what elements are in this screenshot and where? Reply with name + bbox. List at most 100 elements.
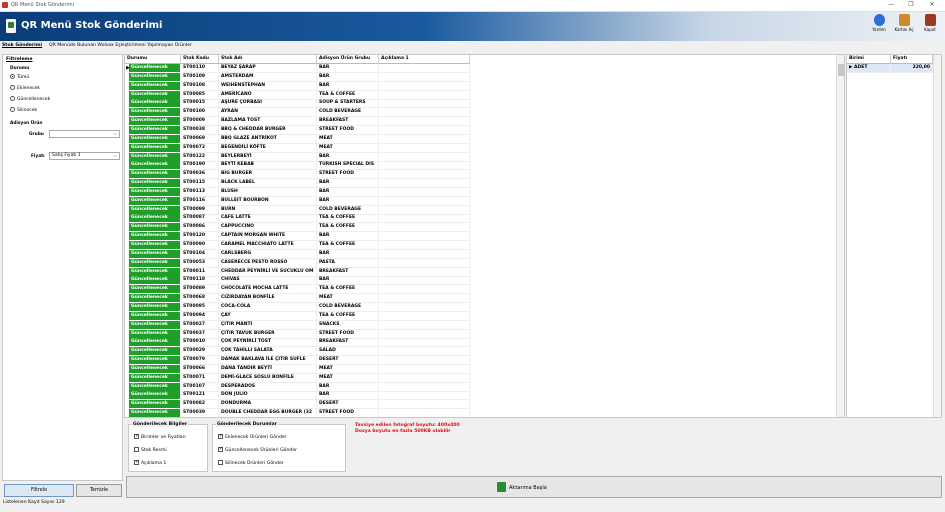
stock-name-cell[interactable]: DESPERADOS [219,382,317,392]
description-cell[interactable] [379,161,470,171]
status-cell[interactable]: Güncellenecek [129,294,181,304]
stock-name-cell[interactable]: BLUSH [219,187,317,197]
stock-code-cell[interactable]: ST00110 [181,64,219,73]
stock-code-cell[interactable]: ST00122 [181,152,219,162]
stock-name-cell[interactable]: BEĞENDİLİ KÖFTE [219,143,317,153]
chk-description[interactable]: Açıklama 1 [134,459,166,466]
description-cell[interactable] [379,400,470,410]
grid-scrollbar[interactable] [836,55,844,417]
table-row[interactable]: Güncellenecek ST00121 DON JULIO BAR [125,391,470,401]
table-row[interactable]: Güncellenecek ST00094 ÇAY TEA & COFFEE [125,311,470,321]
status-cell[interactable]: Güncellenecek [129,81,181,91]
stock-code-cell[interactable]: ST00009 [181,117,219,127]
status-cell[interactable]: Güncellenecek [129,134,181,144]
description-cell[interactable] [379,373,470,383]
status-cell[interactable]: Güncellenecek [129,347,181,357]
stock-code-cell[interactable]: ST00100 [181,108,219,118]
status-cell[interactable]: Güncellenecek [129,409,181,417]
stock-name-cell[interactable]: ÇOK PEYNİRLİ TOST [219,338,317,348]
product-group-cell[interactable]: TEA & COFFEE [317,223,379,233]
product-group-cell[interactable]: MEAT [317,364,379,374]
stock-name-cell[interactable]: AYRAN [219,108,317,118]
price-cell[interactable]: 220,00 [891,64,933,73]
status-cell[interactable]: Güncellenecek [129,373,181,383]
radio-add[interactable]: Eklenecek [10,85,40,91]
stock-name-cell[interactable]: DONDURMA [219,400,317,410]
stock-name-cell[interactable]: BIG BURGER [219,170,317,180]
status-cell[interactable]: Güncellenecek [129,90,181,100]
status-cell[interactable]: Güncellenecek [129,241,181,250]
description-cell[interactable] [379,382,470,392]
status-cell[interactable]: Güncellenecek [129,338,181,348]
stock-name-cell[interactable]: CHIVAS [219,276,317,286]
stock-name-cell[interactable]: CARLSBERG [219,249,317,259]
product-group-cell[interactable]: BAR [317,232,379,242]
col-header-stock-code[interactable]: Stok Kodu [181,55,219,64]
status-cell[interactable]: Güncellenecek [129,179,181,189]
product-group-cell[interactable]: TEA & COFFEE [317,214,379,224]
product-group-cell[interactable]: BAR [317,391,379,401]
stock-name-cell[interactable]: ÇITIR TAVUK BURGER [219,329,317,339]
product-group-cell[interactable]: BREAKFAST [317,338,379,348]
table-row[interactable]: Güncellenecek ST00090 CARAMEL MACCHIATO LA… [125,241,470,250]
close-window-button[interactable]: ✕ [927,1,937,8]
description-cell[interactable] [379,64,470,73]
description-cell[interactable] [379,391,470,401]
stock-grid[interactable]: Durumu Stok Kodu Stok Adı Adisyon Ürün G… [124,54,845,418]
stock-name-cell[interactable]: AMERİCANO [219,90,317,100]
description-cell[interactable] [379,338,470,348]
chk-stock-image[interactable]: Stok Resmi [134,447,167,453]
description-cell[interactable] [379,302,470,312]
grubu-input[interactable]: ⌵ [49,130,120,138]
description-cell[interactable] [379,285,470,295]
description-cell[interactable] [379,241,470,250]
stock-name-cell[interactable]: CASERECCE PESTO ROSSO [219,258,317,268]
product-group-cell[interactable]: BAR [317,187,379,197]
product-group-cell[interactable]: STREET FOOD [317,409,379,417]
stock-code-cell[interactable]: ST00036 [181,170,219,180]
stock-code-cell[interactable]: ST00015 [181,99,219,109]
stock-name-cell[interactable]: CAFE LATTE [219,214,317,224]
grid-scroll-thumb[interactable] [838,64,844,76]
product-group-cell[interactable]: BAR [317,249,379,259]
description-cell[interactable] [379,364,470,374]
table-row[interactable]: Güncellenecek ST00029 ÇOK TAHILLI SALATA SA… [125,347,470,357]
status-cell[interactable]: Güncellenecek [129,356,181,366]
status-cell[interactable]: Güncellenecek [129,64,181,73]
table-row[interactable]: Güncellenecek ST00071 DEMİ-GLACE SOSLU BON… [125,373,470,383]
stock-name-cell[interactable]: DANA TANDIR BEYTİ [219,364,317,374]
stock-name-cell[interactable]: CHOCOLATE MOCHA LATTE [219,285,317,295]
table-row[interactable]: Güncellenecek ST00104 CARLSBERG BAR [125,249,470,259]
description-cell[interactable] [379,170,470,180]
description-cell[interactable] [379,205,470,215]
status-cell[interactable]: Güncellenecek [129,249,181,259]
status-cell[interactable]: Güncellenecek [129,152,181,162]
stock-name-cell[interactable]: BULLEIT BOURBON [219,196,317,206]
product-group-cell[interactable]: STREET FOOD [317,329,379,339]
table-row[interactable]: Güncellenecek ST00095 COCA-COLA COLD BEVERA… [125,302,470,312]
table-row[interactable]: Güncellenecek ST00072 BEĞENDİLİ KÖFTE MEAT [125,143,470,153]
description-cell[interactable] [379,267,470,277]
table-row[interactable]: Güncellenecek ST00086 CAPPUCCINO TEA & COFF… [125,223,470,233]
description-cell[interactable] [379,276,470,286]
col-header-unit[interactable]: Birimi [847,55,891,64]
col-header-stock-name[interactable]: Stok Adı [219,55,317,64]
stock-code-cell[interactable]: ST00053 [181,258,219,268]
chk-send-added[interactable]: Eklenecek Ürünleri Gönder [218,433,287,440]
table-row[interactable]: Güncellenecek ST00085 AMERİCANO TEA & COFFE… [125,90,470,100]
table-row[interactable]: Güncellenecek ST00079 DAMAK BAKLAVA İLE ÇI… [125,356,470,366]
unit-cell[interactable]: ▶ ADET [847,64,891,73]
stock-code-cell[interactable]: ST00099 [181,205,219,215]
stock-code-cell[interactable]: ST00094 [181,311,219,321]
chk-send-deleted[interactable]: Silinecek Ürünleri Gönder [218,460,284,466]
stock-code-cell[interactable]: ST00082 [181,400,219,410]
stock-name-cell[interactable]: DOUBLE CHEDDAR EGG BURGER (32 [219,409,317,417]
status-cell[interactable]: Güncellenecek [129,125,181,135]
description-cell[interactable] [379,134,470,144]
description-cell[interactable] [379,409,470,417]
stock-code-cell[interactable]: ST00109 [181,72,219,82]
product-group-cell[interactable]: SALAD [317,347,379,357]
status-cell[interactable]: Güncellenecek [129,382,181,392]
stock-code-cell[interactable]: ST00029 [181,347,219,357]
table-row[interactable]: Güncellenecek ST00015 AŞURE ÇORBASI SOUP & … [125,99,470,109]
